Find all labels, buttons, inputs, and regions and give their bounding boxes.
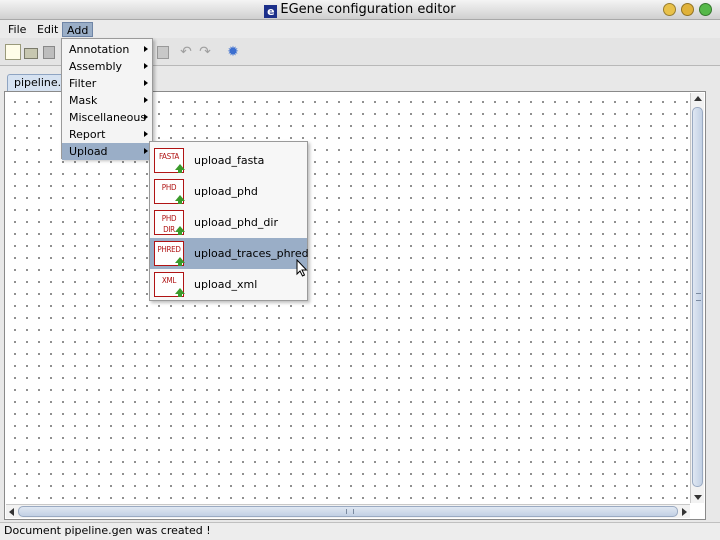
menu-add[interactable]: Add	[62, 22, 94, 37]
submenu-arrow-icon	[144, 97, 148, 103]
settings-icon[interactable]: ✹	[225, 44, 241, 60]
menu-item-label: Miscellaneous	[69, 111, 147, 124]
menu-item-report[interactable]: Report	[62, 126, 152, 143]
submenu-arrow-icon	[144, 63, 148, 69]
new-document-icon[interactable]	[5, 44, 21, 60]
submenu-item-label: upload_phd_dir	[194, 216, 278, 229]
paste-disabled-icon[interactable]	[155, 44, 171, 60]
submenu-arrow-icon	[144, 131, 148, 137]
undo-icon[interactable]: ↶	[178, 44, 194, 60]
window-minimize-button[interactable]	[681, 3, 694, 16]
title-bar: e EGene configuration editor	[0, 0, 720, 20]
menu-item-assembly[interactable]: Assembly	[62, 58, 152, 75]
window-controls	[658, 3, 712, 19]
vertical-scrollbar[interactable]	[690, 93, 704, 503]
grip-icon	[696, 293, 701, 301]
menu-item-upload[interactable]: Upload	[62, 143, 152, 160]
submenu-item-label: upload_fasta	[194, 154, 265, 167]
window-maximize-button[interactable]	[699, 3, 712, 16]
app-logo-icon: e	[264, 5, 278, 18]
menu-item-label: Mask	[69, 94, 98, 107]
submenu-item-upload-phd-dir[interactable]: PHD DIR upload_phd_dir	[150, 207, 307, 238]
submenu-arrow-icon	[144, 148, 148, 154]
menu-item-label: Upload	[69, 145, 108, 158]
menu-item-mask[interactable]: Mask	[62, 92, 152, 109]
status-message: Document pipeline.gen was created !	[4, 524, 211, 537]
submenu-arrow-icon	[144, 80, 148, 86]
add-menu-dropdown: Annotation Assembly Filter Mask Miscella…	[61, 38, 153, 160]
submenu-item-upload-phd[interactable]: PHD upload_phd	[150, 176, 307, 207]
submenu-item-label: upload_phd	[194, 185, 258, 198]
submenu-item-upload-traces-phred[interactable]: PHRED upload_traces_phred	[150, 238, 309, 269]
open-folder-icon[interactable]	[23, 44, 39, 60]
menu-item-annotation[interactable]: Annotation	[62, 41, 152, 58]
redo-icon[interactable]: ↷	[197, 44, 213, 60]
submenu-item-upload-fasta[interactable]: FASTA upload_fasta	[150, 145, 307, 176]
tab-label: pipeline.gen	[14, 76, 66, 89]
menu-item-label: Annotation	[69, 43, 130, 56]
menu-bar: File Edit Add	[0, 20, 720, 38]
scroll-down-icon[interactable]	[694, 495, 702, 500]
horizontal-scroll-thumb[interactable]	[18, 506, 678, 517]
status-bar: Document pipeline.gen was created !	[0, 522, 720, 540]
scroll-left-icon[interactable]	[9, 508, 14, 516]
scroll-right-icon[interactable]	[682, 508, 687, 516]
menu-file[interactable]: File	[4, 22, 30, 37]
upload-submenu: FASTA upload_fasta PHD upload_phd PHD DI…	[149, 141, 309, 301]
menu-item-label: Assembly	[69, 60, 123, 73]
submenu-arrow-icon	[144, 114, 148, 120]
tab-pipeline-gen[interactable]: pipeline.gen	[7, 74, 67, 91]
paste-icon[interactable]	[41, 44, 57, 60]
mouse-cursor-icon	[296, 259, 308, 277]
submenu-item-upload-xml[interactable]: XML upload_xml	[150, 269, 307, 300]
menu-edit[interactable]: Edit	[33, 22, 62, 37]
menu-item-miscellaneous[interactable]: Miscellaneous	[62, 109, 152, 126]
vertical-scroll-thumb[interactable]	[692, 107, 703, 487]
submenu-arrow-icon	[144, 46, 148, 52]
grip-icon	[346, 509, 354, 514]
window-close-button[interactable]	[663, 3, 676, 16]
scroll-up-icon[interactable]	[694, 96, 702, 101]
menu-item-label: Filter	[69, 77, 97, 90]
menu-item-label: Report	[69, 128, 106, 141]
submenu-item-label: upload_traces_phred	[194, 247, 309, 260]
menu-item-filter[interactable]: Filter	[62, 75, 152, 92]
window-title-wrap: e EGene configuration editor	[0, 2, 720, 18]
horizontal-scrollbar[interactable]	[6, 504, 690, 518]
submenu-item-label: upload_xml	[194, 278, 258, 291]
window-title: EGene configuration editor	[280, 2, 456, 17]
